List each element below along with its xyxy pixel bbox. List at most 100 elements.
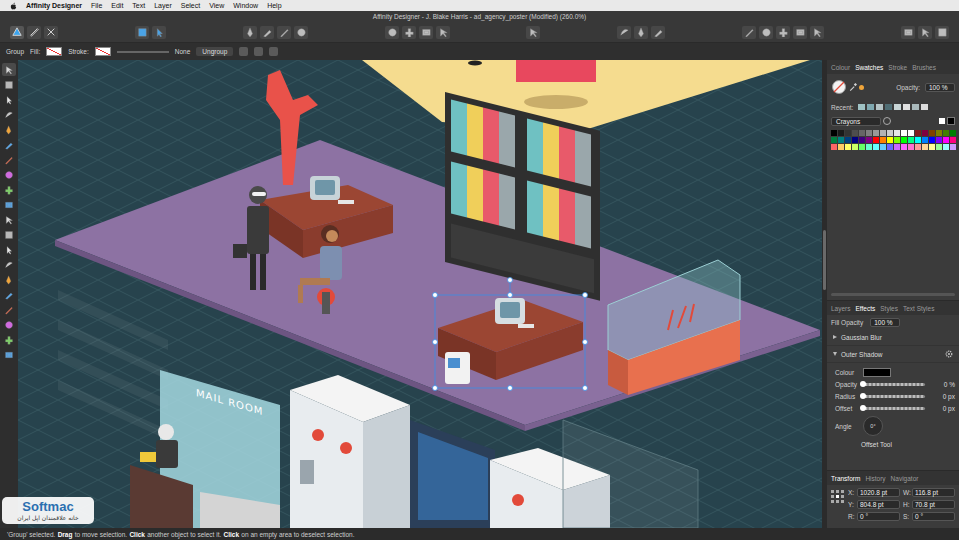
swatch[interactable]	[908, 137, 914, 143]
tool-button[interactable]	[2, 258, 16, 271]
swatch[interactable]	[915, 137, 921, 143]
toolbar-button[interactable]	[776, 26, 790, 39]
resize-handle[interactable]	[433, 386, 438, 391]
persona-button[interactable]	[44, 26, 58, 39]
slider-track[interactable]	[863, 395, 925, 398]
black-swatch[interactable]	[947, 117, 955, 125]
swatch[interactable]	[866, 130, 872, 136]
swatch[interactable]	[873, 130, 879, 136]
ungroup-button[interactable]: Ungroup	[196, 47, 233, 56]
palette-select[interactable]: Crayons	[831, 117, 881, 126]
apple-icon[interactable]	[10, 2, 17, 10]
tool-button[interactable]	[2, 288, 16, 301]
swatch[interactable]	[859, 144, 865, 150]
swatch[interactable]	[894, 137, 900, 143]
field-value[interactable]: 804.8 pt	[857, 500, 900, 509]
swatch[interactable]	[936, 144, 942, 150]
recent-swatch[interactable]	[885, 104, 892, 110]
menu-item[interactable]: View	[209, 2, 224, 9]
tool-button[interactable]	[2, 78, 16, 91]
field-value[interactable]: 0 °	[912, 512, 955, 521]
slider-knob[interactable]	[860, 405, 866, 411]
panel-tab[interactable]: Navigator	[891, 475, 919, 482]
align-icon[interactable]	[239, 47, 248, 56]
swatch[interactable]	[936, 130, 942, 136]
menu-item[interactable]: Window	[233, 2, 258, 9]
swatch[interactable]	[922, 144, 928, 150]
toolbar-button[interactable]	[402, 26, 416, 39]
panel-tab[interactable]: Styles	[880, 305, 898, 312]
tool-button[interactable]	[2, 93, 16, 106]
swatch[interactable]	[943, 130, 949, 136]
resize-handle[interactable]	[433, 293, 438, 298]
resize-handle[interactable]	[583, 386, 588, 391]
toolbar-button[interactable]	[901, 26, 915, 39]
persona-button[interactable]	[27, 26, 41, 39]
swatch[interactable]	[894, 144, 900, 150]
toolbar-button[interactable]	[419, 26, 433, 39]
toolbar-button[interactable]	[759, 26, 773, 39]
resize-handle[interactable]	[433, 340, 438, 345]
toolbar-button[interactable]	[935, 26, 949, 39]
effect-row[interactable]: Gaussian Blur	[827, 329, 959, 346]
slider-track[interactable]	[863, 407, 925, 410]
panel-tab[interactable]: Colour	[831, 64, 850, 71]
tool-button[interactable]	[2, 123, 16, 136]
panel-tab[interactable]: Text Styles	[903, 305, 934, 312]
tool-button[interactable]	[2, 333, 16, 346]
swatch[interactable]	[852, 144, 858, 150]
tool-button[interactable]	[2, 168, 16, 181]
swatch[interactable]	[852, 137, 858, 143]
slider-reading[interactable]: 0 %	[929, 381, 955, 388]
tool-button[interactable]	[2, 153, 16, 166]
toolbar-button[interactable]	[526, 26, 540, 39]
swatch[interactable]	[880, 144, 886, 150]
swatch[interactable]	[929, 137, 935, 143]
toolbar-button[interactable]	[243, 26, 257, 39]
field-value[interactable]: 1020.8 pt	[857, 488, 900, 497]
offset-tool-button[interactable]: Offset Tool	[861, 440, 892, 449]
panel-tab[interactable]: Stroke	[888, 64, 907, 71]
swatch[interactable]	[880, 130, 886, 136]
swatch[interactable]	[922, 130, 928, 136]
swatch[interactable]	[936, 137, 942, 143]
fill-opacity-field[interactable]: 100 %	[870, 318, 900, 327]
shadow-colour-swatch[interactable]	[863, 368, 891, 377]
tool-button[interactable]	[2, 138, 16, 151]
fill-dot[interactable]	[859, 85, 864, 90]
disclosure-icon[interactable]	[833, 335, 837, 339]
tool-button[interactable]	[2, 63, 16, 76]
colour-wheel-icon[interactable]	[831, 79, 847, 95]
tool-button[interactable]	[2, 108, 16, 121]
toolbar-button[interactable]	[810, 26, 824, 39]
swatch[interactable]	[845, 137, 851, 143]
swatch[interactable]	[950, 130, 956, 136]
angle-dial[interactable]: 0°	[863, 416, 883, 436]
slider-knob[interactable]	[860, 393, 866, 399]
swatch[interactable]	[859, 130, 865, 136]
toolbar-button[interactable]	[793, 26, 807, 39]
swatch[interactable]	[922, 137, 928, 143]
toolbar-button[interactable]	[617, 26, 631, 39]
swatch[interactable]	[838, 130, 844, 136]
swatch[interactable]	[831, 130, 837, 136]
swatch[interactable]	[852, 130, 858, 136]
toolbar-button[interactable]	[277, 26, 291, 39]
swatch[interactable]	[831, 144, 837, 150]
swatch[interactable]	[943, 137, 949, 143]
tool-button[interactable]	[2, 183, 16, 196]
swatch[interactable]	[873, 137, 879, 143]
recent-swatch[interactable]	[894, 104, 901, 110]
snap-icon[interactable]	[269, 47, 278, 56]
swatch[interactable]	[908, 144, 914, 150]
gear-icon[interactable]	[945, 350, 953, 358]
slider-track[interactable]	[863, 383, 925, 386]
tool-button[interactable]	[2, 228, 16, 241]
swatch[interactable]	[873, 144, 879, 150]
panel-tab[interactable]: History	[865, 475, 885, 482]
swatch[interactable]	[901, 144, 907, 150]
recent-swatch[interactable]	[903, 104, 910, 110]
swatch[interactable]	[915, 130, 921, 136]
tool-button[interactable]	[2, 318, 16, 331]
selected-desk[interactable]	[438, 298, 583, 384]
